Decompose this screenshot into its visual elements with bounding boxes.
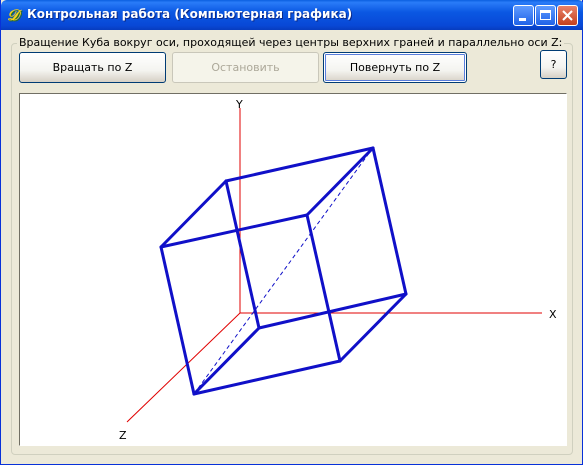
stop-button[interactable]: Остановить xyxy=(172,52,319,83)
cube-edge xyxy=(305,146,375,217)
cube-edge xyxy=(192,359,342,396)
axis-x-label: X xyxy=(549,308,557,321)
rotate-z-button[interactable]: Вращать по Z xyxy=(19,52,166,83)
cube-edge xyxy=(305,213,342,363)
axis-y-label: Y xyxy=(235,98,243,111)
cube-edge xyxy=(224,146,375,183)
cube-edge xyxy=(192,326,261,396)
maximize-icon xyxy=(540,10,551,20)
groupbox-label: Вращение Куба вокруг оси, проходящей чер… xyxy=(17,36,565,49)
turn-z-button[interactable]: Повернуть по Z xyxy=(323,52,467,83)
drawing-canvas[interactable]: X Y Z xyxy=(19,93,567,446)
cube-edge xyxy=(159,245,196,396)
main-window: 𝒟 Контрольная работа (Компьютерная графи… xyxy=(0,0,583,465)
cube-edge xyxy=(224,179,261,330)
minimize-button[interactable] xyxy=(513,5,534,26)
axis-z-label: Z xyxy=(119,429,127,442)
cube-edge xyxy=(159,179,228,249)
window-title: Контрольная работа (Компьютерная графика… xyxy=(27,7,353,21)
title-bar[interactable]: 𝒟 Контрольная работа (Компьютерная графи… xyxy=(1,0,583,30)
close-button[interactable] xyxy=(557,5,578,26)
maximize-button[interactable] xyxy=(535,5,556,26)
close-icon xyxy=(562,10,573,21)
help-button[interactable]: ? xyxy=(540,50,567,79)
delphi-app-icon[interactable]: 𝒟 xyxy=(7,7,23,23)
cube-edge xyxy=(338,292,408,363)
cube-scene: X Y Z xyxy=(119,98,557,442)
axis-z-line xyxy=(126,312,241,423)
minimize-icon xyxy=(519,18,526,21)
cube-edge xyxy=(371,146,408,296)
